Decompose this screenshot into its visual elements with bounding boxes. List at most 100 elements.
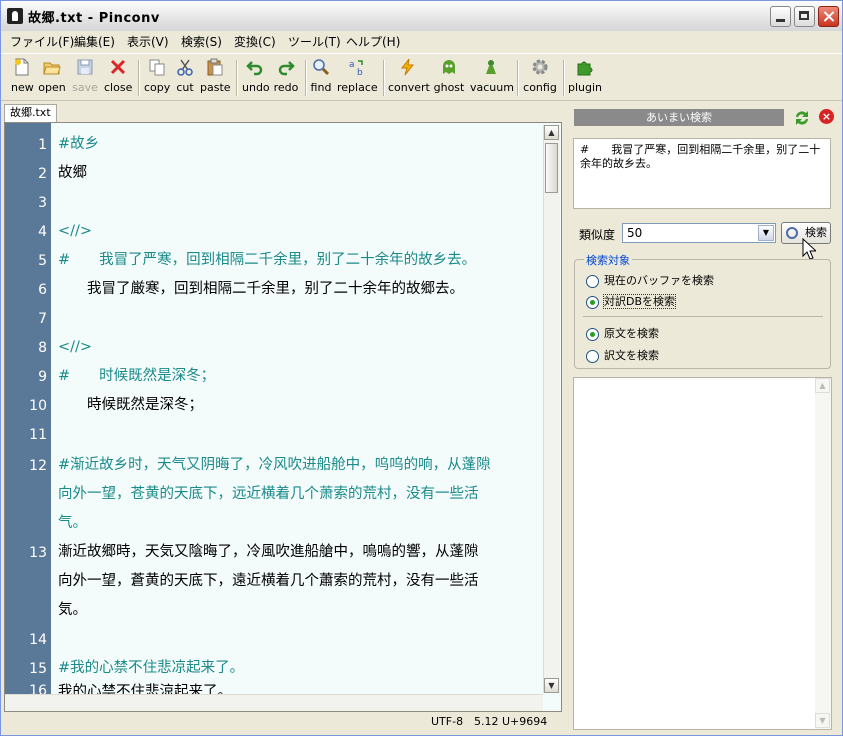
puzzle-icon (576, 58, 594, 76)
undo-arrow-icon (246, 58, 264, 76)
refresh-icon[interactable] (793, 109, 811, 127)
svg-text:b: b (357, 68, 363, 76)
replace-icon: ab (348, 58, 366, 78)
copy-button[interactable]: copy (144, 58, 170, 98)
menu-help[interactable]: ヘルプ(H) (346, 33, 400, 50)
mouse-cursor-icon (802, 238, 816, 260)
close-x-icon (109, 58, 127, 76)
editor-line-wrap: 气。 (58, 515, 87, 531)
search-target-group: 検索対象 現在のバッファを検索 対訳DBを検索 原文を検索 訳文を検索 (574, 252, 831, 369)
toolbar-separator (383, 60, 385, 96)
find-magnifier-icon (312, 58, 330, 76)
scroll-up-arrow-icon[interactable]: ▲ (815, 378, 830, 393)
file-tab[interactable]: 故郷.txt (4, 104, 57, 122)
line-number: 14 (29, 632, 47, 648)
scroll-down-arrow-icon[interactable]: ▼ (544, 678, 559, 693)
group-title: 検索対象 (584, 252, 632, 268)
line-number: 12 (29, 458, 47, 474)
radio-circle-checked[interactable] (586, 295, 599, 309)
lightning-icon (399, 58, 417, 76)
line-number: 2 (38, 166, 47, 182)
editor-line-wrap: 向外一望，苍黄的天底下，远近横着几个萧索的荒村，没有一些活 (58, 486, 479, 502)
editor-line-wrap: 向外一望，蒼黄的天底下，遠近横着几个蕭索的荒村，没有一些活 (58, 573, 479, 589)
similarity-label: 類似度 (579, 228, 616, 242)
paste-icon (206, 58, 224, 76)
menu-file[interactable]: ファイル(F) (10, 33, 74, 50)
toolbar-separator (305, 60, 307, 96)
radio-circle-checked[interactable] (586, 327, 599, 341)
text-editor[interactable]: 1 #故乡 2 故郷 3 4 <//> 5 # 我冒了严寒，回到相隔二千余里，别… (4, 122, 562, 712)
line-number: 7 (38, 311, 47, 327)
app-flame-icon (7, 8, 23, 24)
editor-horizontal-scrollbar[interactable] (5, 694, 543, 711)
paste-button[interactable]: paste (200, 58, 231, 98)
chevron-down-icon[interactable]: ▼ (758, 225, 774, 241)
editor-line: 時候既然是深冬； (58, 397, 203, 413)
redo-button[interactable]: redo (273, 58, 299, 98)
query-textbox[interactable]: # 我冒了严寒，回到相隔二千余里，别了二十 余年的故乡去。 (573, 138, 831, 209)
scroll-up-arrow-icon[interactable]: ▲ (544, 125, 559, 140)
new-file-icon (13, 58, 31, 76)
vacuum-icon (482, 58, 500, 76)
menu-view[interactable]: 表示(V) (127, 33, 169, 50)
gear-icon (531, 58, 549, 76)
fuzzy-search-panel-title: あいまい検索 (574, 109, 784, 126)
toolbar-separator (517, 60, 519, 96)
ghost-button[interactable]: ghost (433, 58, 465, 98)
cut-button[interactable]: cut (175, 58, 195, 98)
close-button[interactable]: close (104, 58, 132, 98)
scroll-down-arrow-icon[interactable]: ▼ (815, 713, 830, 728)
redo-arrow-icon (277, 58, 295, 76)
line-number: 6 (38, 282, 47, 298)
scroll-thumb[interactable] (545, 143, 558, 193)
search-results-list[interactable]: ▲ ▼ (573, 377, 832, 730)
line-number: 10 (29, 398, 47, 414)
radio-circle[interactable] (586, 274, 599, 288)
minimize-button[interactable] (770, 6, 791, 27)
convert-button[interactable]: convert (388, 58, 430, 98)
radio-search-buffer[interactable]: 現在のバッファを検索 (586, 272, 714, 288)
replace-button[interactable]: ab replace (337, 58, 378, 98)
plugin-button[interactable]: plugin (568, 58, 602, 98)
close-panel-icon[interactable]: × (819, 109, 834, 124)
undo-button[interactable]: undo (242, 58, 270, 98)
radio-search-parallel-db[interactable]: 対訳DBを検索 (586, 293, 677, 309)
config-button[interactable]: config (523, 58, 557, 98)
ghost-icon (440, 58, 458, 76)
line-number: 3 (38, 195, 47, 211)
maximize-button[interactable] (794, 6, 815, 27)
save-button[interactable]: save (72, 58, 98, 98)
window-title: 故郷.txt - Pinconv (28, 11, 160, 26)
editor-line: #渐近故乡时，天气又阴晦了，冷风吹进船舱中，呜呜的响，从蓬隙 (58, 457, 491, 473)
menu-search[interactable]: 検索(S) (181, 33, 222, 50)
line-number: 11 (29, 427, 47, 443)
status-codepoint: U+9694 (502, 715, 548, 728)
open-folder-icon (43, 58, 61, 76)
results-vertical-scrollbar[interactable]: ▲ ▼ (815, 378, 831, 729)
editor-line: 漸近故郷時，天気又陰晦了，冷風吹進船艙中，嗚嗚的響，从蓬隙 (58, 544, 479, 560)
menu-bar: ファイル(F) 編集(E) 表示(V) 検索(S) 変換(C) ツール(T) ヘ… (1, 31, 842, 51)
close-window-button[interactable] (818, 6, 839, 27)
status-encoding: UTF-8 (431, 715, 464, 728)
find-button[interactable]: find (310, 58, 332, 98)
menu-tools[interactable]: ツール(T) (288, 33, 341, 50)
menu-convert[interactable]: 変換(C) (234, 33, 276, 50)
editor-vertical-scrollbar[interactable]: ▲ ▼ (543, 125, 560, 693)
line-number: 15 (29, 661, 47, 677)
copy-icon (148, 58, 166, 76)
radio-circle[interactable] (586, 349, 599, 363)
title-bar: 故郷.txt - Pinconv (1, 1, 842, 32)
group-divider (583, 316, 823, 317)
radio-search-translation[interactable]: 訳文を検索 (586, 347, 659, 363)
scissors-icon (176, 58, 194, 76)
radio-search-source[interactable]: 原文を検索 (586, 325, 659, 341)
editor-line: <//> (58, 339, 93, 355)
similarity-select[interactable]: 50 ▼ (622, 223, 776, 243)
similarity-value: 50 (627, 226, 643, 240)
line-number-gutter (5, 123, 51, 711)
vacuum-button[interactable]: vacuum (470, 58, 514, 98)
new-button[interactable]: new (11, 58, 34, 98)
line-number: 8 (38, 340, 47, 356)
open-button[interactable]: open (38, 58, 66, 98)
menu-edit[interactable]: 編集(E) (74, 33, 115, 50)
